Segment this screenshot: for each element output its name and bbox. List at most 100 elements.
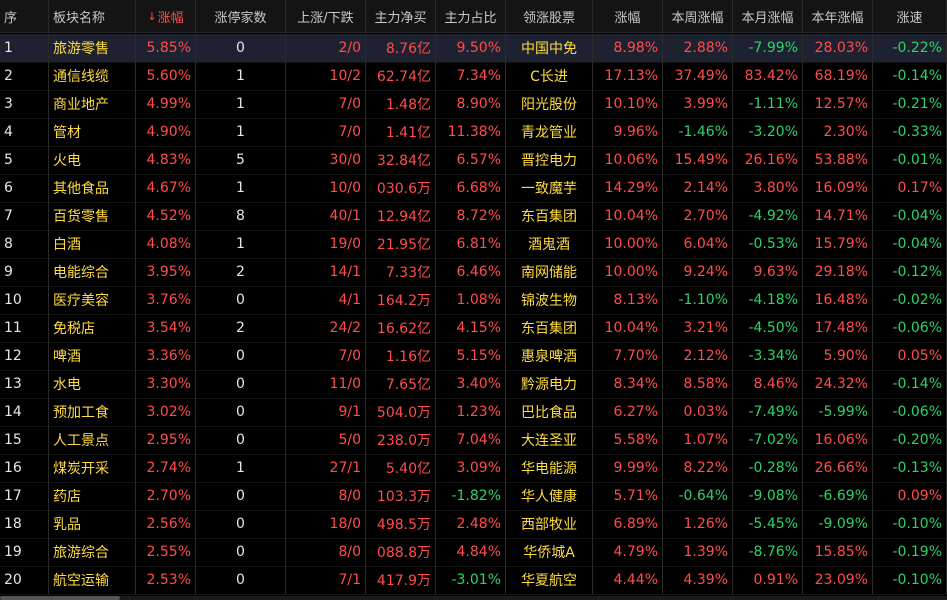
cell-updown: 7/0 [286,118,366,146]
cell-lead[interactable]: C长进 [506,62,593,90]
cell-idx: 1 [0,34,49,62]
cell-lpct: 4.44% [593,566,663,594]
cell-name[interactable]: 电能综合 [49,258,136,286]
cell-idx: 2 [0,62,49,90]
table-row[interactable]: 2 通信线缆 5.60% 1 10/2 62.74亿 7.34% C长进 17.13% 37.49… [0,62,947,91]
table-row[interactable]: 19 旅游综合 2.55% 0 8/0 088.8万 4.84% 华侨城A 4.79% 1.39%… [0,538,947,567]
cell-limit: 0 [196,398,286,426]
cell-name[interactable]: 预加工食 [49,398,136,426]
cell-lead[interactable]: 华侨城A [506,538,593,566]
header-name[interactable]: 板块名称 [49,0,136,32]
cell-name[interactable]: 火电 [49,146,136,174]
cell-name[interactable]: 人工景点 [49,426,136,454]
cell-lead[interactable]: 华人健康 [506,482,593,510]
cell-name[interactable]: 通信线缆 [49,62,136,90]
cell-name[interactable]: 药店 [49,482,136,510]
header-pct[interactable]: ↓ 涨幅 [136,0,196,32]
cell-lead[interactable]: 一致魔芋 [506,174,593,202]
cell-name[interactable]: 啤酒 [49,342,136,370]
cell-name[interactable]: 其他食品 [49,174,136,202]
cell-updown: 5/0 [286,426,366,454]
cell-name[interactable]: 航空运输 [49,566,136,594]
cell-name[interactable]: 旅游零售 [49,34,136,62]
table-row[interactable]: 11 免税店 3.54% 2 24/2 16.62亿 4.15% 东百集团 10.04% 3.21… [0,314,947,343]
scrollbar-thumb[interactable] [0,596,120,600]
cell-lpct: 10.10% [593,90,663,118]
header-lpct[interactable]: 涨幅 [593,0,663,32]
header-updown[interactable]: 上涨/下跌 [286,0,366,32]
cell-updown: 24/2 [286,314,366,342]
cell-name[interactable]: 乳品 [49,510,136,538]
cell-name[interactable]: 百货零售 [49,202,136,230]
header-speed[interactable]: 涨速 [873,0,947,32]
cell-lead[interactable]: 西部牧业 [506,510,593,538]
cell-lead[interactable]: 锦波生物 [506,286,593,314]
table-row[interactable]: 4 管材 4.90% 1 7/0 1.41亿 11.38% 青龙管业 9.96% -1.46% -3… [0,118,947,147]
cell-name[interactable]: 医疗美容 [49,286,136,314]
cell-lead[interactable]: 青龙管业 [506,118,593,146]
header-ratio[interactable]: 主力占比 [436,0,506,32]
header-week[interactable]: 本周涨幅 [663,0,733,32]
table-row[interactable]: 3 商业地产 4.99% 1 7/0 1.48亿 8.90% 阳光股份 10.10% 3.99% -… [0,90,947,119]
table-row[interactable]: 10 医疗美容 3.76% 0 4/1 164.2万 1.08% 锦波生物 8.13% -1.10… [0,286,947,315]
cell-speed: -0.10% [873,510,947,538]
cell-lpct: 10.06% [593,146,663,174]
cell-year: 29.18% [803,258,873,286]
cell-name[interactable]: 水电 [49,370,136,398]
cell-lpct: 8.34% [593,370,663,398]
horizontal-scrollbar[interactable] [0,596,947,600]
cell-pct: 3.30% [136,370,196,398]
cell-idx: 10 [0,286,49,314]
table-row[interactable]: 17 药店 2.70% 0 8/0 103.3万 -1.82% 华人健康 5.71% -0.64%… [0,482,947,511]
header-year[interactable]: 本年涨幅 [803,0,873,32]
cell-lead[interactable]: 南网储能 [506,258,593,286]
cell-name[interactable]: 旅游综合 [49,538,136,566]
cell-name[interactable]: 煤炭开采 [49,454,136,482]
cell-name[interactable]: 商业地产 [49,90,136,118]
cell-year: -6.69% [803,482,873,510]
cell-lead[interactable]: 黔源电力 [506,370,593,398]
table-row[interactable]: 7 百货零售 4.52% 8 40/1 12.94亿 8.72% 东百集团 10.04% 2.70… [0,202,947,231]
cell-lead[interactable]: 巴比食品 [506,398,593,426]
cell-year: 16.06% [803,426,873,454]
cell-updown: 19/0 [286,230,366,258]
table-row[interactable]: 15 人工景点 2.95% 0 5/0 238.0万 7.04% 大连圣亚 5.58% 1.07%… [0,426,947,455]
cell-lead[interactable]: 阳光股份 [506,90,593,118]
cell-lead[interactable]: 中国中免 [506,34,593,62]
cell-lead[interactable]: 东百集团 [506,314,593,342]
header-netbuy[interactable]: 主力净买 [366,0,436,32]
cell-lead[interactable]: 华电能源 [506,454,593,482]
cell-idx: 13 [0,370,49,398]
cell-lead[interactable]: 惠泉啤酒 [506,342,593,370]
table-row[interactable]: 6 其他食品 4.67% 1 10/0 030.6万 6.68% 一致魔芋 14.29% 2.14… [0,174,947,203]
cell-lead[interactable]: 大连圣亚 [506,426,593,454]
table-row[interactable]: 8 白酒 4.08% 1 19/0 21.95亿 6.81% 酒鬼酒 10.00% 6.04% -0… [0,230,947,259]
table-row[interactable]: 18 乳品 2.56% 0 18/0 498.5万 2.48% 西部牧业 6.89% 1.26% -… [0,510,947,539]
cell-speed: 0.05% [873,342,947,370]
header-idx[interactable]: 序 [0,0,49,32]
header-lead[interactable]: 领涨股票 [506,0,593,32]
table-row[interactable]: 5 火电 4.83% 5 30/0 32.84亿 6.57% 晋控电力 10.06% 15.49%… [0,146,947,175]
cell-speed: -0.22% [873,34,947,62]
header-limit[interactable]: 涨停家数 [196,0,286,32]
cell-netbuy: 030.6万 [366,174,436,202]
table-row[interactable]: 9 电能综合 3.95% 2 14/1 7.33亿 6.46% 南网储能 10.00% 9.24%… [0,258,947,287]
cell-updown: 11/0 [286,370,366,398]
table-row[interactable]: 14 预加工食 3.02% 0 9/1 504.0万 1.23% 巴比食品 6.27% 0.03%… [0,398,947,427]
table-row[interactable]: 12 啤酒 3.36% 0 7/0 1.16亿 5.15% 惠泉啤酒 7.70% 2.12% -3.… [0,342,947,371]
cell-lead[interactable]: 晋控电力 [506,146,593,174]
cell-ratio: 7.04% [436,426,506,454]
cell-lead[interactable]: 酒鬼酒 [506,230,593,258]
table-row[interactable]: 20 航空运输 2.53% 0 7/1 417.9万 -3.01% 华夏航空 4.44% 4.39… [0,566,947,595]
header-month[interactable]: 本月涨幅 [733,0,803,32]
cell-name[interactable]: 管材 [49,118,136,146]
cell-name[interactable]: 白酒 [49,230,136,258]
table-row[interactable]: 1 旅游零售 5.85% 0 2/0 8.76亿 9.50% 中国中免 8.98% 2.88% -7… [0,34,947,63]
table-row[interactable]: 13 水电 3.30% 0 11/0 7.65亿 3.40% 黔源电力 8.34% 8.58% 8.… [0,370,947,399]
cell-pct: 5.85% [136,34,196,62]
cell-speed: 0.09% [873,482,947,510]
cell-lead[interactable]: 华夏航空 [506,566,593,594]
cell-lead[interactable]: 东百集团 [506,202,593,230]
cell-name[interactable]: 免税店 [49,314,136,342]
table-row[interactable]: 16 煤炭开采 2.74% 1 27/1 5.40亿 3.09% 华电能源 9.99% 8.22%… [0,454,947,483]
